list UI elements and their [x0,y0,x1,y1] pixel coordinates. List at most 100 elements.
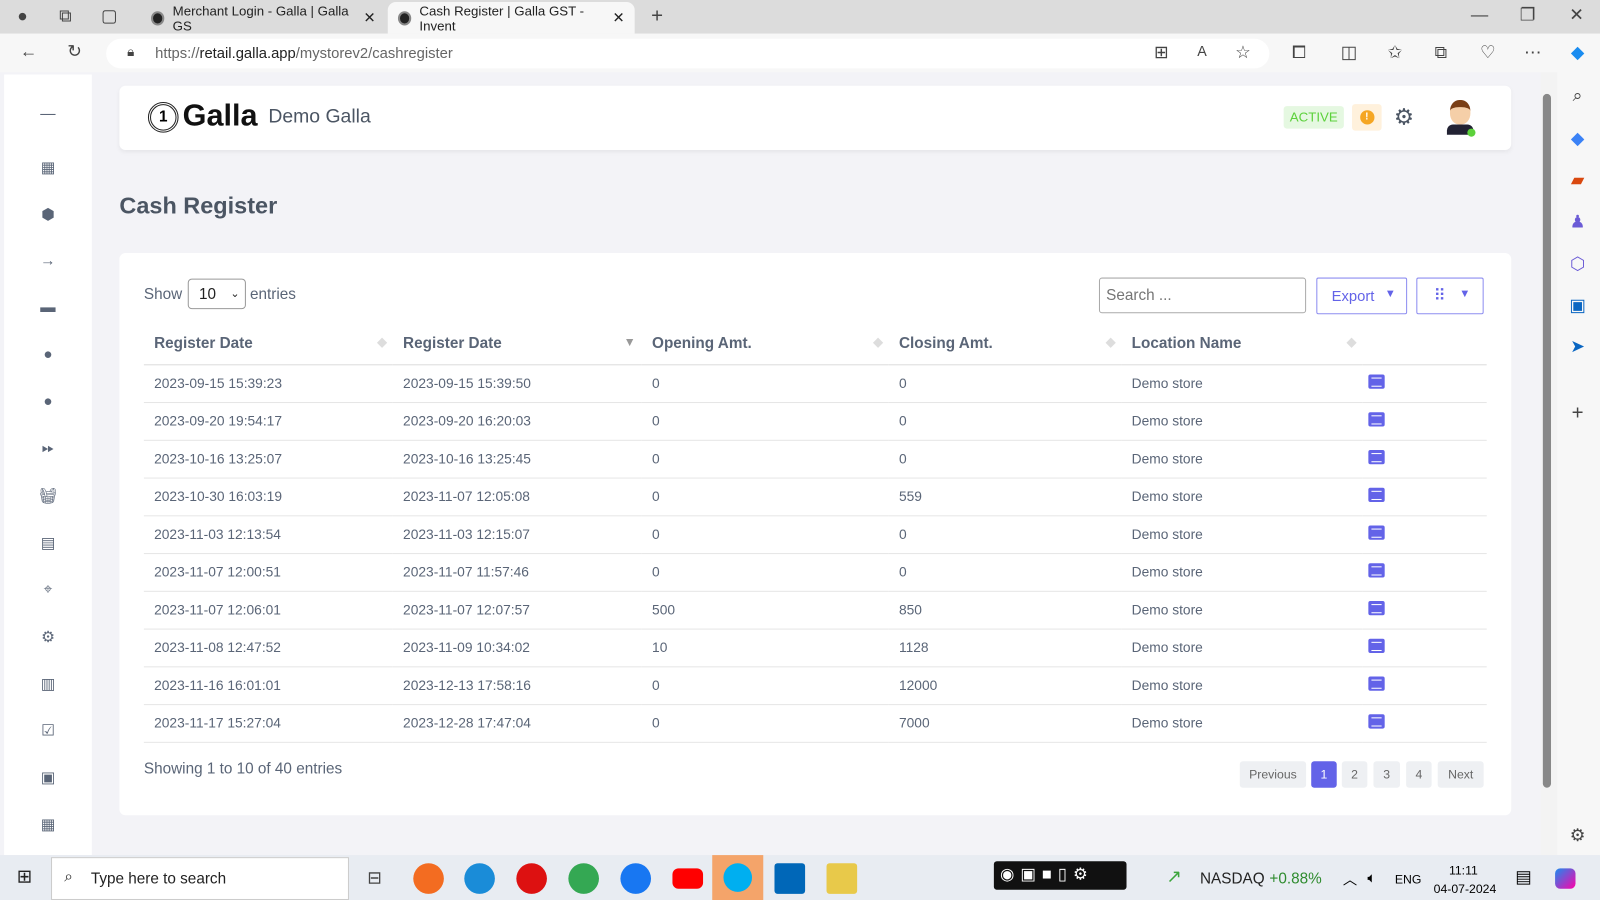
view-details-icon[interactable] [1368,601,1385,616]
page-2-button[interactable]: 2 [1341,761,1368,788]
settings-icon[interactable]: ⚙ [37,628,59,650]
favorites-icon[interactable]: ✩ [1383,43,1407,63]
view-details-icon[interactable] [1368,487,1385,503]
user-circle-icon[interactable]: ● [37,346,59,368]
close-tab-icon[interactable]: ✕ [364,9,376,26]
more-icon[interactable]: ⋯ [1520,43,1544,63]
page-scrollbar[interactable] [1540,79,1554,847]
tab-merchant-login[interactable]: Merchant Login - Galla | Galla GS ✕ [141,2,386,34]
language-indicator[interactable]: ENG [1395,872,1422,886]
column-header[interactable]: Register Date ▼ [392,322,642,365]
app-available-icon[interactable]: ⊞ [1149,43,1173,63]
tools-icon[interactable]: ▰ [1565,170,1589,190]
edge-icon[interactable] [464,863,495,894]
arrow-right-icon[interactable]: → [37,252,59,274]
dashboard-icon[interactable]: ▦ [37,158,59,180]
catalog-icon[interactable]: ▤ [37,534,59,556]
taskbar-search[interactable]: ⌕ Type here to search [51,857,349,900]
outlook-icon[interactable]: ▣ [1565,296,1589,316]
column-header[interactable]: Location Name ◆ [1121,322,1363,365]
firefox-icon[interactable] [413,863,444,894]
lock-icon[interactable]: 🔒︎ [118,44,142,60]
column-header[interactable]: Opening Amt. ◆ [641,322,889,365]
app-icon[interactable] [826,863,858,894]
close-tab-icon[interactable]: ✕ [613,9,625,26]
scrollbar-thumb[interactable] [1542,93,1552,788]
shopping-tag-icon[interactable]: ◆ [1565,129,1589,149]
ticker-name[interactable]: NASDAQ [1200,870,1265,887]
view-details-icon[interactable] [1368,449,1385,465]
recorder-icon[interactable] [516,863,547,894]
checkbox-icon[interactable]: ☑ [37,721,59,743]
ticket-icon[interactable]: ▬ [37,299,59,321]
cash-icon[interactable]: ▣ [37,768,59,790]
view-details-icon[interactable] [1368,412,1385,427]
url-field[interactable]: https://retail.galla.app/mystorev2/cashr… [106,38,1270,69]
settings-gear-icon[interactable]: ⚙ [1394,104,1414,131]
collections-icon[interactable]: ⧉ [1429,43,1453,63]
store-icon[interactable] [774,863,806,894]
previous-page-button[interactable]: Previous [1239,761,1307,788]
calendar-icon[interactable]: ▦ [37,815,59,837]
profile-icon[interactable]: ● [10,6,34,26]
windows-start-icon[interactable]: ⊞ [12,866,36,887]
view-details-icon[interactable] [1368,676,1385,691]
skype-taskbar-button[interactable] [712,855,764,900]
collections-icon[interactable]: ⧉ [53,6,77,26]
split-screen-icon[interactable]: ◫ [1337,43,1361,63]
forward-icon[interactable]: ⏩︎ [37,440,59,462]
column-header[interactable]: Register Date ◆ [143,322,393,365]
next-page-button[interactable]: Next [1437,761,1484,788]
view-details-icon[interactable] [1368,638,1385,654]
view-details-icon[interactable] [1368,714,1385,729]
youtube-icon[interactable] [672,868,704,889]
microsoft365-icon[interactable]: ⬡ [1565,254,1589,274]
page-3-button[interactable]: 3 [1373,761,1400,788]
task-view-icon[interactable]: ⊟ [362,868,386,888]
clock-date[interactable]: 04-07-2024 [1434,882,1497,896]
column-visibility-button[interactable]: ⠿ ▼ [1416,277,1484,315]
view-details-icon[interactable] [1368,525,1385,540]
close-window-icon[interactable]: ✕ [1564,5,1588,25]
products-box-icon[interactable]: ⬢ [37,205,59,227]
search-input[interactable] [1098,277,1307,314]
extensions-icon[interactable]: ⧠ [1287,43,1311,63]
user-circle-icon[interactable]: ● [37,393,59,415]
minimize-icon[interactable]: — [1467,5,1491,25]
restore-icon[interactable]: ❐ [1515,5,1539,25]
chrome-icon[interactable] [568,863,599,894]
refresh-icon[interactable]: ↻ [62,42,86,62]
avatar[interactable] [1445,99,1476,139]
tab-cash-register[interactable]: Cash Register | Galla GST - Invent ✕ [387,2,635,34]
back-icon[interactable]: ← [16,42,40,62]
sidebar-settings-icon[interactable]: ⚙ [1565,826,1589,846]
alert-button[interactable]: ! [1352,104,1382,131]
logo-text[interactable]: Galla [183,99,258,134]
view-details-icon[interactable] [1368,563,1385,578]
export-button[interactable]: Export ▼ [1316,277,1408,315]
volume-icon[interactable]: 🔈︎ [1367,869,1376,886]
capture-toolbar[interactable]: ◉▣■▯⚙ [993,861,1127,890]
browser-essentials-icon[interactable]: ♡ [1475,43,1499,63]
search-icon[interactable]: ⌕ [1565,86,1589,106]
view-details-icon[interactable] [1368,374,1385,389]
clock-time[interactable]: 11:11 [1449,863,1478,877]
facebook-icon[interactable] [620,863,652,894]
page-size-select[interactable]: 10 ⌄ [187,278,246,310]
page-1-button[interactable]: 1 [1311,761,1337,788]
tray-chevron-icon[interactable]: ︿ [1343,869,1357,889]
add-icon[interactable]: + [1565,402,1589,425]
copilot-taskbar-icon[interactable] [1555,868,1576,889]
location-pin-icon[interactable]: ⌖ [37,581,59,603]
copilot-icon[interactable]: ◆ [1565,43,1589,63]
notifications-icon[interactable]: ▤ [1515,867,1531,887]
read-aloud-icon[interactable]: A [1190,43,1214,59]
tab-actions-icon[interactable]: ▢ [97,6,121,26]
favorite-star-icon[interactable]: ☆ [1231,43,1255,63]
menu-collapse-icon[interactable]: — [37,105,59,127]
send-icon[interactable]: ➤ [1565,337,1589,357]
page-4-button[interactable]: 4 [1406,761,1432,788]
games-icon[interactable]: ♟ [1565,212,1589,232]
report-icon[interactable]: ▥ [37,674,59,696]
column-header[interactable]: Closing Amt. ◆ [888,322,1122,365]
